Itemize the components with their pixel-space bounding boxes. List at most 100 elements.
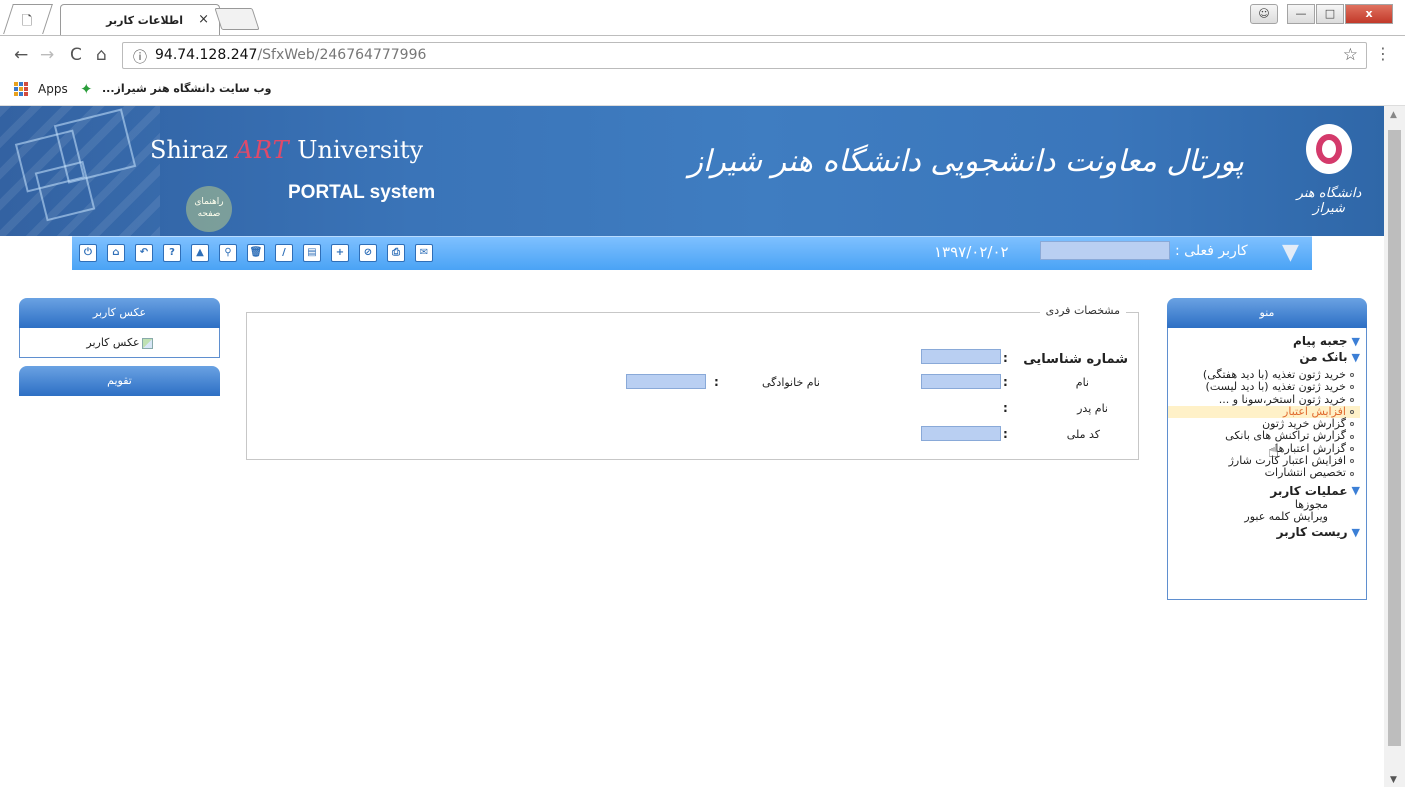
search-icon[interactable]: ⚲: [219, 244, 237, 262]
home-icon[interactable]: ⌂: [107, 244, 125, 262]
brand-suffix: University: [297, 136, 424, 164]
address-bar[interactable]: ⓘ 94.74.128.247/SfxWeb/246764777996 ☆: [122, 42, 1367, 69]
scroll-down-icon[interactable]: ▼: [1390, 775, 1397, 785]
menu-section-inbox[interactable]: ▼ جعبه پیام: [1168, 334, 1360, 348]
browser-toolbar: ← → C ⌂ ⓘ 94.74.128.247/SfxWeb/246764777…: [0, 36, 1405, 74]
expand-arrow-icon: ▼: [1351, 484, 1360, 498]
apps-grid-icon[interactable]: [14, 82, 28, 96]
bullet-icon: [1350, 459, 1354, 464]
bookmark-star-icon[interactable]: ☆: [1343, 45, 1358, 65]
collapse-chevron-icon[interactable]: ▼: [1282, 240, 1299, 265]
banner-decoration: [0, 106, 160, 236]
menu-item-label: تخصیص انتشارات: [1264, 466, 1346, 480]
brand-prefix: Shiraz: [150, 136, 228, 164]
bullet-icon: [1350, 373, 1354, 378]
family-name-colon: :: [714, 375, 719, 389]
page-icon: 🗋: [21, 14, 33, 29]
bullet-icon: [1350, 446, 1354, 451]
page-scrollbar[interactable]: ▲ ▼: [1384, 106, 1405, 787]
page-help-button[interactable]: راهنمای صفحه: [186, 186, 232, 232]
bullet-icon: [1350, 422, 1354, 427]
university-logo: دانشگاه هنر شیراز: [1288, 116, 1370, 226]
user-profile-icon[interactable]: ☺: [1250, 4, 1278, 24]
home-icon[interactable]: ⌂: [96, 45, 107, 65]
mail-icon[interactable]: ✉: [415, 244, 433, 262]
menu-item-list-food[interactable]: خرید ژتون تغذیه (با دید لیست): [1168, 380, 1360, 394]
logo-mark-icon: [1306, 124, 1352, 174]
scroll-up-icon[interactable]: ▲: [1390, 110, 1397, 120]
left-column: عکس کاربر عکس کاربر تقویم: [19, 298, 220, 396]
window-controls: ☺ — □ x: [1249, 4, 1393, 24]
name-label: نام: [1075, 376, 1089, 389]
portal-title: پورتال معاونت دانشجویی دانشگاه هنر شیراز: [688, 144, 1244, 179]
user-photo-alt: عکس کاربر: [86, 336, 140, 349]
page-content: Shiraz ART University PORTAL system راهن…: [0, 106, 1384, 787]
power-icon[interactable]: ⏻: [79, 244, 97, 262]
menu-section-label: جعبه پیام: [1293, 334, 1348, 348]
minimize-icon[interactable]: —: [1287, 4, 1315, 24]
bookmark-favicon-icon: ✦: [80, 80, 93, 98]
back-icon[interactable]: ↶: [135, 244, 153, 262]
portal-banner: Shiraz ART University PORTAL system راهن…: [0, 106, 1384, 236]
national-code-label: کد ملی: [1066, 428, 1100, 441]
bullet-icon: [1350, 385, 1354, 390]
user-photo-header: عکس کاربر: [19, 298, 220, 328]
menu-panel: منو ▼ جعبه پیام ▼ بانک من خرید ژتون تغذیه …: [1167, 298, 1367, 600]
site-info-icon[interactable]: ⓘ: [133, 47, 147, 67]
edit-icon[interactable]: /: [275, 244, 293, 262]
menu-section-reset-user[interactable]: ▼ ریست کاربر: [1168, 525, 1360, 539]
personal-info-fieldset: مشخصات فردی شماره شناسایی : نام : نام خا…: [246, 304, 1139, 460]
name-colon: :: [1003, 375, 1008, 389]
menu-header: منو: [1167, 298, 1367, 328]
hand-cursor-icon: ☝: [1268, 441, 1279, 462]
bullet-icon: [1350, 397, 1354, 402]
broken-image-icon: [141, 337, 153, 349]
menu-item-bank-transactions[interactable]: گزارش تراکنش های بانکی: [1168, 430, 1360, 442]
forward-icon[interactable]: →: [40, 45, 54, 65]
menu-item-label: خرید ژتون تغذیه (با دید لیست): [1205, 380, 1346, 394]
menu-item-change-password[interactable]: ویرایش کلمه عبور: [1168, 510, 1360, 523]
personal-info-legend: مشخصات فردی: [1039, 304, 1126, 317]
delete-icon[interactable]: 🗑: [247, 244, 265, 262]
close-window-icon[interactable]: x: [1345, 4, 1393, 24]
expand-arrow-icon: ▼: [1351, 525, 1360, 539]
bullet-icon: [1350, 434, 1354, 439]
id-number-label: شماره شناسایی: [1023, 352, 1128, 367]
menu-item-label: گزارش تراکنش های بانکی: [1225, 429, 1346, 443]
scroll-thumb[interactable]: [1388, 130, 1401, 746]
calendar-header[interactable]: تقویم: [19, 366, 220, 396]
maximize-icon[interactable]: □: [1316, 4, 1344, 24]
new-tab-button[interactable]: [214, 8, 260, 30]
family-name-label: نام خانوادگی: [762, 376, 820, 389]
bullet-icon: [1350, 471, 1354, 476]
current-user-field: [1040, 241, 1170, 260]
menu-body: ▼ جعبه پیام ▼ بانک من خرید ژتون تغذیه (با …: [1167, 328, 1367, 600]
menu-section-label: عملیات کاربر: [1270, 483, 1348, 498]
url-path: /SfxWeb/246764777996: [257, 47, 427, 63]
family-name-field: [626, 374, 706, 389]
tab-inactive[interactable]: 🗋: [3, 4, 53, 34]
browser-menu-icon[interactable]: ⋮: [1375, 44, 1391, 63]
print-icon[interactable]: ⎙: [387, 244, 405, 262]
portal-system-label: PORTAL system: [288, 182, 436, 203]
menu-item-publications[interactable]: تخصیص انتشارات: [1168, 467, 1360, 479]
father-name-label: نام پدر: [1077, 402, 1108, 415]
menu-section-mybank[interactable]: ▼ بانک من: [1168, 350, 1360, 364]
help-icon[interactable]: ?: [163, 244, 181, 262]
tab-close-icon[interactable]: ×: [198, 12, 209, 27]
save-icon[interactable]: ▤: [303, 244, 321, 262]
tab-active[interactable]: اطلاعات کاربر ×: [60, 4, 220, 36]
action-toolbar: ⏻ ⌂ ↶? ▲ ⚲ 🗑 / ▤ + ⊘ ⎙ ✉ ۱۳۹۷/۰۲/۰۲ کاربر فعلی : ▼: [72, 236, 1312, 270]
menu-section-user-ops[interactable]: ▼ عملیات کاربر: [1168, 484, 1360, 498]
url-text[interactable]: 94.74.128.247/SfxWeb/246764777996: [155, 47, 426, 63]
warning-icon[interactable]: ▲: [191, 244, 209, 262]
bookmark-apps[interactable]: Apps: [38, 82, 68, 96]
tab-title: اطلاعات کاربر: [106, 14, 183, 27]
national-code-colon: :: [1003, 427, 1008, 441]
reload-icon[interactable]: C: [70, 45, 82, 65]
cancel-icon[interactable]: ⊘: [359, 244, 377, 262]
back-icon[interactable]: ←: [14, 45, 28, 65]
bookmark-university-site[interactable]: وب سایت دانشگاه هنر شیراز...: [102, 82, 271, 95]
logo-text: دانشگاه هنر شیراز: [1296, 186, 1362, 216]
add-icon[interactable]: +: [331, 244, 349, 262]
